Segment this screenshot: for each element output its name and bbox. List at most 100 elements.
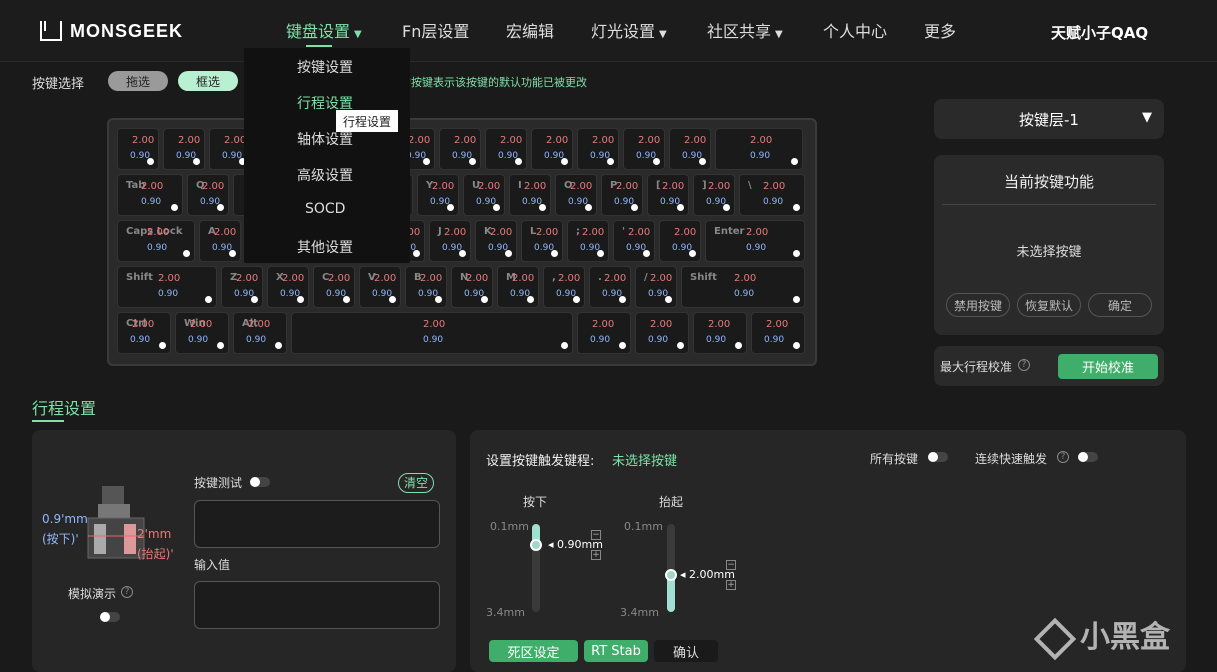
keyboard-key[interactable]: N 2.00 0.90 [451, 266, 493, 308]
keyboard-key[interactable]: Ctrl 2.00 0.90 [117, 312, 171, 354]
deadzone-button[interactable]: 死区设定 [489, 640, 578, 662]
keyboard-key[interactable]: [2.00 0.90 [647, 174, 689, 216]
menu-item-socd[interactable]: SOCD [305, 201, 345, 217]
layer-select[interactable]: 按键层-1 ▼ [934, 99, 1164, 139]
menu-item-key-settings[interactable]: 按键设置 [297, 57, 353, 77]
keyboard-key[interactable]: 2.000.90 [635, 312, 689, 354]
start-calibration-button[interactable]: 开始校准 [1058, 354, 1158, 379]
release-slider-knob[interactable] [665, 568, 677, 581]
restore-default-button[interactable]: 恢复默认 [1017, 293, 1081, 317]
keyboard-key[interactable]: I 2.00 0.90 [509, 174, 551, 216]
keyboard-key[interactable]: M 2.00 0.90 [497, 266, 539, 308]
key-indicator-dot [699, 158, 706, 165]
keyboard-key[interactable]: 2.000.90 [163, 128, 205, 170]
keyboard-key[interactable]: Q 2.00 0.90 [187, 174, 229, 216]
box-select-button[interactable]: 框选 [178, 71, 238, 91]
disable-key-button[interactable]: 禁用按键 [946, 293, 1010, 317]
keyboard-key[interactable]: 2.000.90 [577, 128, 619, 170]
keyboard-key[interactable]: \ 2.00 0.90 [739, 174, 805, 216]
nav-more[interactable]: 更多 [924, 18, 956, 42]
keyboard-key[interactable]: /2.00 0.90 [635, 266, 677, 308]
key-release-value: 2.00 [582, 227, 605, 238]
keyboard-key[interactable]: 2.000.90 [693, 312, 747, 354]
keyboard-key[interactable]: 2.000.90 [669, 128, 711, 170]
keyboard-key[interactable]: V 2.00 0.90 [359, 266, 401, 308]
keyboard-key[interactable]: , 2.00 0.90 [543, 266, 585, 308]
keyboard-key[interactable]: C 2.00 0.90 [313, 266, 355, 308]
key-release-value: 2.00 [423, 319, 446, 330]
keyboard-key[interactable]: Alt 2.00 0.90 [233, 312, 287, 354]
keyboard-key[interactable]: 2.000.90 [623, 128, 665, 170]
key-release-value: 2.00 [570, 181, 593, 192]
input-value-field[interactable] [194, 581, 440, 629]
keyboard-key[interactable]: X 2.00 0.90 [267, 266, 309, 308]
nav-community[interactable]: 社区共享 ▼ [707, 18, 783, 42]
keyboard-key[interactable]: P 2.00 0.90 [601, 174, 643, 216]
decrease-icon[interactable]: − [726, 560, 736, 570]
keyboard-key[interactable]: Shift 2.00 0.90 [681, 266, 805, 308]
nav-macro[interactable]: 宏编辑 [506, 18, 554, 42]
keyboard-key[interactable]: U 2.00 0.90 [463, 174, 505, 216]
demo-toggle[interactable] [100, 612, 120, 622]
keyboard-key[interactable]: . 2.00 0.90 [589, 266, 631, 308]
keyboard-key[interactable]: 2.000.90 [439, 128, 481, 170]
press-slider-knob[interactable] [530, 539, 542, 552]
keyboard-key[interactable]: J 2.00 0.90 [429, 220, 471, 262]
user-name[interactable]: 天赋小子QAQ [1051, 22, 1148, 43]
help-icon[interactable]: ? [1018, 359, 1030, 371]
keyboard-key[interactable]: ; 2.00 0.90 [567, 220, 609, 262]
keyboard-key[interactable]: ' 2.00 0.90 [613, 220, 655, 262]
keyboard-key[interactable]: ] 2.00 0.90 [693, 174, 735, 216]
key-test-toggle[interactable] [250, 477, 270, 487]
confirm-trigger-button[interactable]: 确认 [654, 640, 718, 662]
keyboard-key[interactable]: L 2.00 0.90 [521, 220, 563, 262]
key-press-value: 0.90 [590, 335, 611, 345]
rapid-trigger-toggle[interactable] [1078, 452, 1098, 462]
keyboard-key[interactable]: Shift 2.00 0.90 [117, 266, 217, 308]
key-release-value: 2.00 [616, 181, 639, 192]
keyboard-key[interactable]: Y 2.00 0.90 [417, 174, 459, 216]
nav-lighting[interactable]: 灯光设置 ▼ [591, 18, 667, 42]
keyboard-key[interactable]: Enter 2.00 0.90 [705, 220, 805, 262]
key-label: , [552, 272, 556, 283]
keyboard-key[interactable]: Tab 2.00 0.90 [117, 174, 183, 216]
menu-item-advanced-settings[interactable]: 高级设置 [297, 165, 353, 185]
decrease-icon[interactable]: − [591, 530, 601, 540]
keyboard-key[interactable]: 2.000.90 [485, 128, 527, 170]
keyboard-key[interactable]: 2.000.90 [117, 128, 159, 170]
keyboard-key[interactable]: Caps Lock 2.00 0.90 [117, 220, 195, 262]
keyboard-key[interactable]: 2.000.90 [531, 128, 573, 170]
nav-profile[interactable]: 个人中心 [823, 18, 887, 42]
key-indicator-dot [527, 296, 534, 303]
increase-icon[interactable]: + [726, 580, 736, 590]
key-select-label: 按键选择 [32, 77, 85, 92]
keyboard-key[interactable]: O 2.00 0.90 [555, 174, 597, 216]
keyboard-key[interactable]: 2.000.90 [577, 312, 631, 354]
keyboard-key[interactable]: 2.000.90 [715, 128, 803, 170]
clear-button[interactable]: 清空 [398, 473, 435, 493]
confirm-button[interactable]: 确定 [1088, 293, 1152, 317]
brand-logo[interactable]: MONSGEEK [40, 20, 183, 42]
keyboard-key[interactable]: 2.000.90 [291, 312, 573, 354]
increase-icon[interactable]: + [591, 550, 601, 560]
key-indicator-dot [183, 250, 190, 257]
key-indicator-dot [459, 250, 466, 257]
keyboard-key[interactable]: 2.000.90 [659, 220, 701, 262]
keyboard-key[interactable]: A 2.00 0.90 [199, 220, 241, 262]
rt-stab-button[interactable]: RT Stab [584, 640, 648, 662]
menu-item-other-settings[interactable]: 其他设置 [297, 237, 353, 257]
keyboard-key[interactable]: B 2.00 0.90 [405, 266, 447, 308]
nav-fn-layer[interactable]: Fn层设置 [402, 18, 469, 42]
drag-select-button[interactable]: 拖选 [108, 71, 168, 91]
all-keys-toggle[interactable] [928, 452, 948, 462]
help-icon[interactable]: ? [1057, 451, 1069, 463]
help-icon[interactable]: ? [121, 586, 133, 598]
keyboard-key[interactable]: 2.000.90 [751, 312, 805, 354]
key-release-value: 2.00 [524, 181, 547, 192]
keyboard-key[interactable]: Win 2.00 0.90 [175, 312, 229, 354]
keyboard-key[interactable]: K 2.00 0.90 [475, 220, 517, 262]
keyboard-key[interactable]: Z 2.00 0.90 [221, 266, 263, 308]
menu-item-switch-settings[interactable]: 轴体设置 [297, 129, 353, 149]
nav-keyboard-settings[interactable]: 键盘设置 ▼ [286, 18, 362, 42]
key-test-input[interactable] [194, 500, 440, 548]
